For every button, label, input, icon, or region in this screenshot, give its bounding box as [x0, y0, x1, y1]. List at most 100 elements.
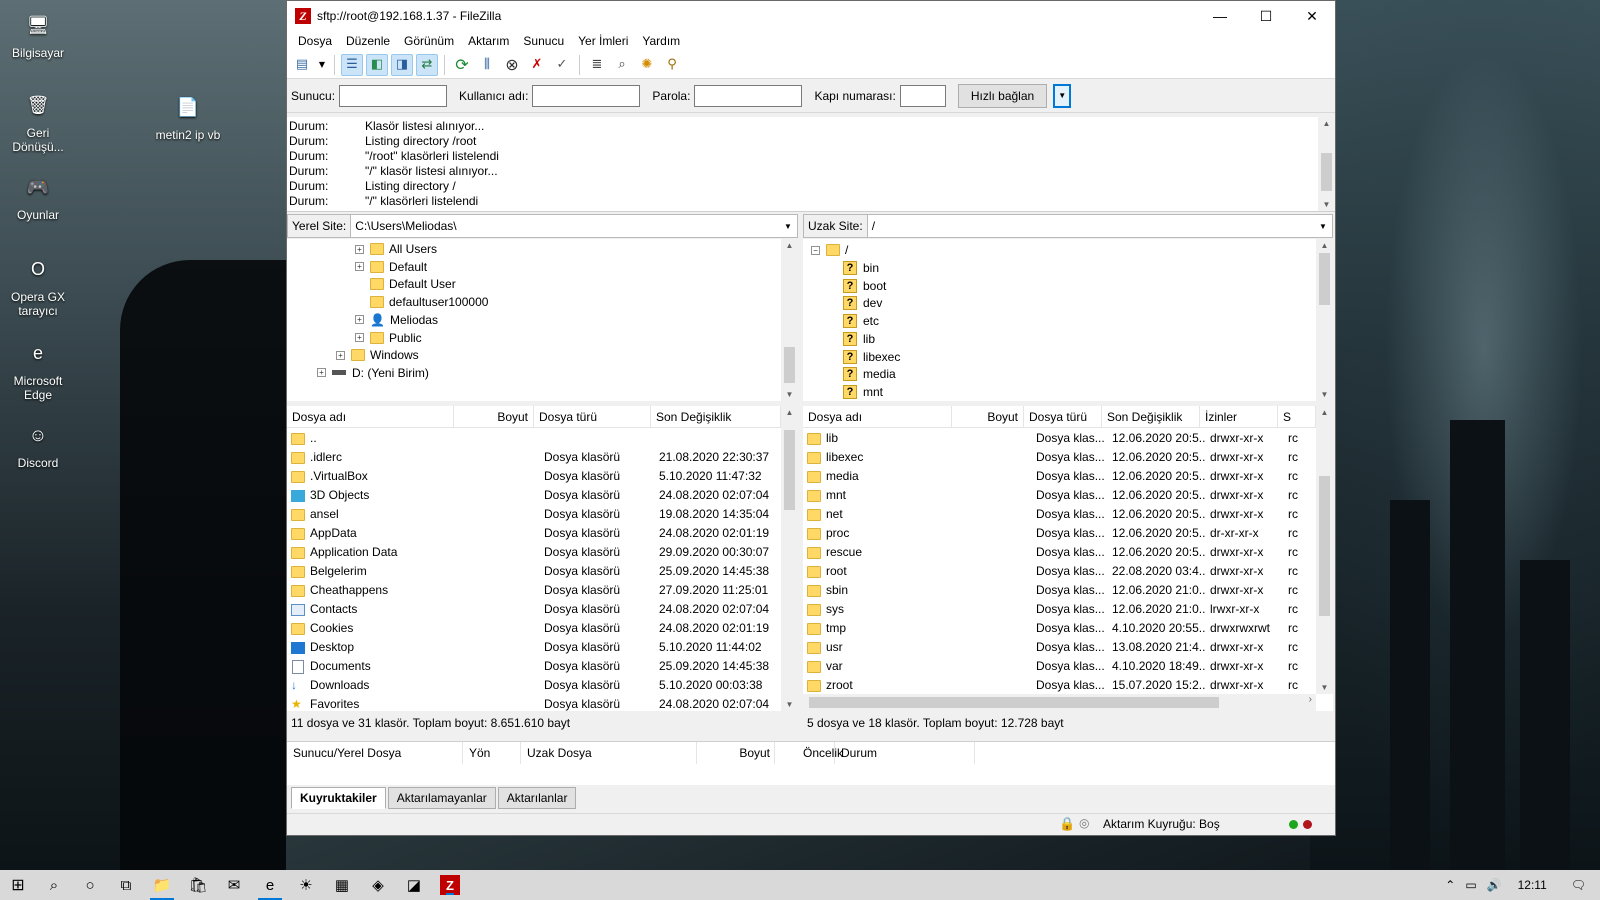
file-row[interactable]: var Dosya klas... 4.10.2020 18:49... drwxr-…: [807, 657, 1304, 676]
file-row[interactable]: AppData Dosya klasörü 24.08.2020 02:01:19: [291, 524, 785, 543]
file-row[interactable]: net Dosya klas... 12.06.2020 20:5... drwxr-…: [807, 505, 1304, 524]
file-row[interactable]: zroot Dosya klas... 15.07.2020 15:2... drwx…: [807, 676, 1304, 695]
desktop-icon[interactable]: 📄 metin2 ip vb: [150, 90, 226, 142]
edge-icon[interactable]: e: [252, 870, 288, 900]
file-row[interactable]: sys Dosya klas... 12.06.2020 21:0... lrwxr-…: [807, 600, 1304, 619]
menu-item[interactable]: Aktarım: [461, 34, 516, 48]
site-manager-icon[interactable]: ▤: [291, 54, 313, 76]
scroll-down-icon[interactable]: ▼: [1323, 200, 1331, 209]
scroll-down-icon[interactable]: ▼: [786, 700, 794, 709]
scroll-down-icon[interactable]: ▼: [786, 390, 794, 399]
log-scrollbar[interactable]: ▲ ▼: [1318, 117, 1335, 211]
app-icon[interactable]: ◪: [396, 870, 432, 900]
menu-item[interactable]: Düzenle: [339, 34, 397, 48]
speed-limit-icon[interactable]: ◎: [1079, 816, 1089, 830]
menu-item[interactable]: Sunucu: [516, 34, 571, 48]
maximize-button[interactable]: ☐: [1243, 1, 1289, 31]
column-header[interactable]: S: [1278, 406, 1316, 427]
local-file-list[interactable]: Dosya adı Boyut Dosya türü Son Değişiklik .…: [287, 406, 798, 711]
tree-item[interactable]: ? mnt: [843, 383, 883, 401]
file-row[interactable]: usr Dosya klas... 13.08.2020 21:4... drwxr-…: [807, 638, 1304, 657]
scroll-up-icon[interactable]: ▲: [1321, 241, 1329, 250]
scroll-down-icon[interactable]: ▼: [1321, 390, 1329, 399]
file-row[interactable]: sbin Dosya klas... 12.06.2020 21:0... drwxr…: [807, 581, 1304, 600]
collapse-icon[interactable]: −: [811, 245, 820, 255]
desktop-icon[interactable]: ☺ Discord: [0, 418, 76, 470]
file-explorer-icon[interactable]: 📁: [144, 870, 180, 900]
tree-item[interactable]: ? bin: [843, 259, 879, 277]
minimize-button[interactable]: —: [1197, 1, 1243, 31]
scroll-right-icon[interactable]: ›: [1309, 694, 1312, 705]
file-row[interactable]: root Dosya klas... 22.08.2020 03:4... drwxr…: [807, 562, 1304, 581]
toggle-remote-tree-icon[interactable]: ◨: [391, 53, 413, 76]
expand-icon[interactable]: +: [355, 244, 364, 254]
expand-icon[interactable]: +: [355, 262, 364, 272]
file-row[interactable]: lib Dosya klas... 12.06.2020 20:5... drwxr-…: [807, 429, 1304, 448]
file-row[interactable]: .idlerc Dosya klasörü 21.08.2020 22:30:37: [291, 448, 785, 467]
file-row[interactable]: 3D Objects Dosya klasörü 24.08.2020 02:07:…: [291, 486, 785, 505]
menu-item[interactable]: Yardım: [635, 34, 687, 48]
volume-icon[interactable]: 🔊: [1487, 878, 1502, 892]
port-input[interactable]: [899, 84, 946, 107]
file-row[interactable]: ↓ Downloads Dosya klasörü 5.10.2020 00:03:3…: [291, 676, 785, 695]
directory-compare-icon[interactable]: ⌕: [611, 54, 633, 76]
column-header[interactable]: Boyut: [454, 406, 534, 427]
scroll-down-icon[interactable]: ▼: [1321, 683, 1329, 692]
refresh-icon[interactable]: ⟳: [451, 54, 473, 76]
expand-icon[interactable]: +: [317, 368, 326, 378]
column-header[interactable]: Dosya türü: [1024, 406, 1102, 427]
winrar-icon[interactable]: ▦: [324, 870, 360, 900]
remote-list-hscrollbar[interactable]: ›: [803, 694, 1316, 711]
local-tree-scrollbar[interactable]: ▲ ▼: [781, 239, 798, 401]
tree-item[interactable]: + D: (Yeni Birim): [317, 364, 429, 382]
sync-browsing-icon[interactable]: ✺: [636, 54, 658, 76]
tree-item[interactable]: ? lib: [843, 330, 875, 348]
notification-icon[interactable]: 🗨: [1571, 878, 1586, 892]
tree-item[interactable]: ? libexec: [843, 348, 900, 366]
expand-icon[interactable]: +: [355, 315, 364, 325]
chevron-up-icon[interactable]: ⌃: [1445, 878, 1455, 892]
tree-item[interactable]: defaultuser100000: [355, 293, 488, 311]
expand-icon[interactable]: +: [336, 350, 345, 360]
network-icon[interactable]: ▭: [1465, 878, 1476, 892]
cancel-icon[interactable]: ⊗: [501, 54, 523, 76]
file-row[interactable]: Documents Dosya klasörü 25.09.2020 14:45:3…: [291, 657, 785, 676]
tree-item[interactable]: + Default: [355, 258, 427, 276]
desktop-icon[interactable]: 🗑 Geri Dönüşü...: [0, 88, 76, 154]
file-row[interactable]: Desktop Dosya klasörü 5.10.2020 11:44:02: [291, 638, 785, 657]
file-row[interactable]: Cookies Dosya klasörü 24.08.2020 02:01:19: [291, 619, 785, 638]
remote-tree[interactable]: − / ? bin? boot? dev? etc? lib? libexec? media?…: [803, 239, 1333, 401]
tree-item[interactable]: + Windows: [336, 346, 419, 364]
search-icon[interactable]: ⌕: [36, 870, 72, 900]
title-bar[interactable]: Z sftp://root@192.168.1.37 - FileZilla —…: [287, 1, 1335, 31]
quickconnect-button[interactable]: Hızlı bağlan: [957, 83, 1048, 108]
tree-item[interactable]: + 👤 Meliodas: [355, 311, 438, 329]
task-view-icon[interactable]: ⧉: [108, 870, 144, 900]
tree-item[interactable]: + All Users: [355, 240, 437, 258]
queue-column-header[interactable]: Boyut: [697, 742, 775, 764]
tree-item[interactable]: ? dev: [843, 294, 882, 312]
column-header[interactable]: Dosya türü: [534, 406, 651, 427]
column-header[interactable]: Dosya adı: [287, 406, 454, 427]
process-queue-icon[interactable]: ⫼: [476, 54, 498, 76]
dropdown-arrow-icon[interactable]: ▼: [316, 54, 328, 76]
directory-filter-icon[interactable]: ≣: [586, 54, 608, 76]
scroll-up-icon[interactable]: ▲: [786, 241, 794, 250]
queue-tab[interactable]: Aktarılamayanlar: [387, 787, 496, 809]
queue-column-header[interactable]: Sunucu/Yerel Dosya: [287, 742, 463, 764]
tree-item[interactable]: Default User: [355, 275, 456, 293]
remote-list-scrollbar[interactable]: ▲ ▼: [1316, 406, 1333, 694]
file-row[interactable]: ansel Dosya klasörü 19.08.2020 14:35:04: [291, 505, 785, 524]
file-row[interactable]: tmp Dosya klas... 4.10.2020 20:55... drwxrw…: [807, 619, 1304, 638]
scroll-thumb[interactable]: [784, 347, 795, 383]
file-row[interactable]: proc Dosya klas... 12.06.2020 20:5... dr-xr…: [807, 524, 1304, 543]
queue-tab[interactable]: Kuyruktakiler: [291, 787, 386, 809]
host-input[interactable]: [339, 84, 448, 107]
toggle-log-icon[interactable]: ☰: [341, 53, 363, 76]
tree-item[interactable]: ? boot: [843, 277, 886, 295]
tree-root[interactable]: − /: [811, 241, 848, 259]
scroll-thumb[interactable]: [809, 697, 1219, 708]
file-row[interactable]: Belgelerim Dosya klasörü 25.09.2020 14:45:…: [291, 562, 785, 581]
store-icon[interactable]: 🛍: [180, 870, 216, 900]
quickconnect-dropdown-icon[interactable]: ▼: [1053, 83, 1072, 108]
